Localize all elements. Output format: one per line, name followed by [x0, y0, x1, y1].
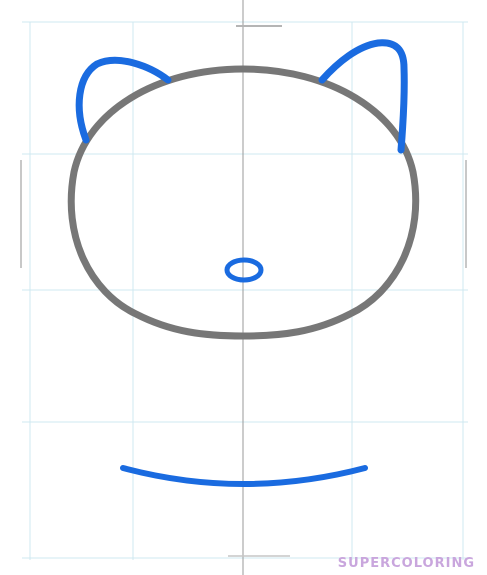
- center-axis: [20, 0, 467, 575]
- watermark-logo: SUPERCOLORING: [337, 556, 475, 571]
- step-drawing: [20, 0, 468, 575]
- nose: [224, 257, 264, 283]
- drawing-canvas: SUPERCOLORING: [0, 0, 487, 575]
- body-base-curve: [120, 465, 368, 487]
